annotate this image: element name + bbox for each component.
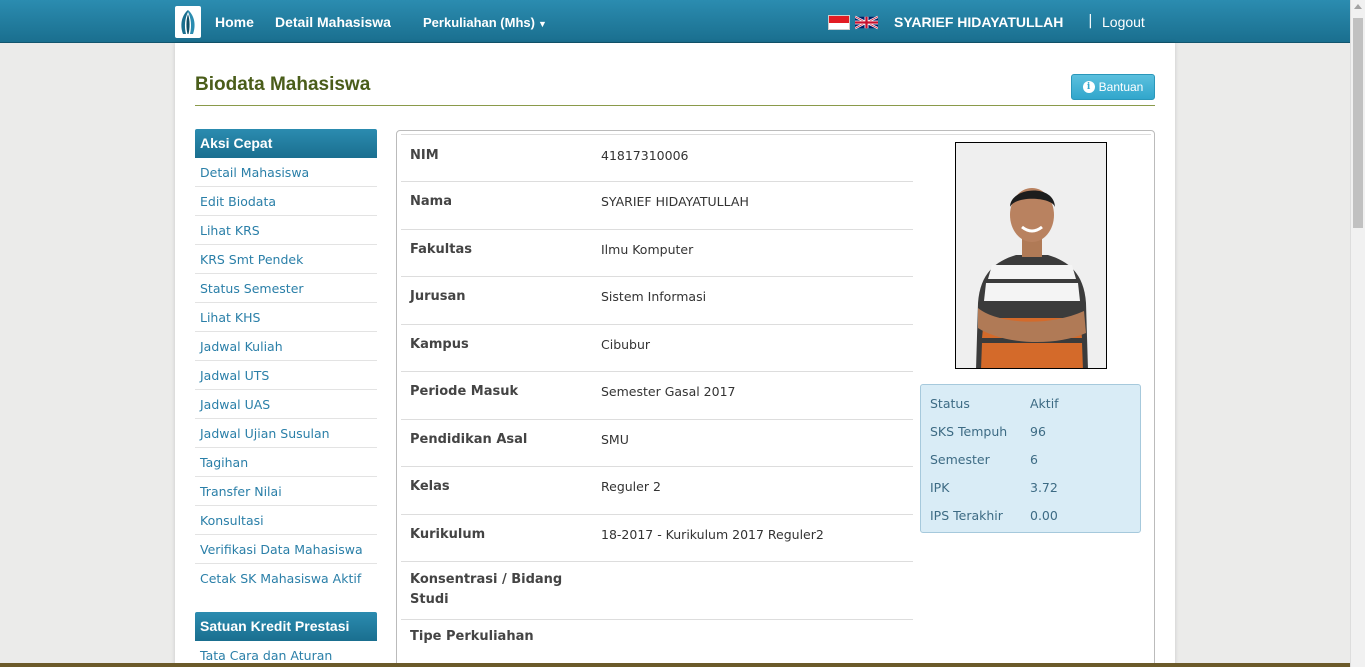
- field-value: SYARIEF HIDAYATULLAH: [601, 194, 749, 209]
- academic-status-box: Status Aktif SKS Tempuh 96 Semester 6 IPK 3.…: [920, 384, 1141, 533]
- field-label: Jurusan: [410, 289, 466, 304]
- field-value: SMU: [601, 432, 629, 447]
- status-row: SKS Tempuh 96: [930, 424, 1046, 439]
- field-label: Kampus: [410, 337, 469, 352]
- sidebar-item-jadwal-kuliah[interactable]: Jadwal Kuliah: [195, 332, 377, 361]
- help-button[interactable]: i Bantuan: [1071, 74, 1155, 100]
- field-value: Cibubur: [601, 337, 651, 352]
- table-row: Pendidikan Asal SMU: [401, 420, 913, 467]
- field-value: Semester Gasal 2017: [601, 384, 736, 399]
- status-label: SKS Tempuh: [930, 424, 1008, 439]
- sidebar-item-krs-smt-pendek[interactable]: KRS Smt Pendek: [195, 245, 377, 274]
- info-icon: i: [1082, 81, 1095, 93]
- status-row: Status Aktif: [930, 396, 1059, 411]
- field-value: 18-2017 - Kurikulum 2017 Reguler2: [601, 527, 824, 542]
- status-label: Semester: [930, 452, 990, 467]
- status-row: Semester 6: [930, 452, 1038, 467]
- quick-actions-header: Aksi Cepat: [195, 129, 377, 158]
- table-row: NIM 41817310006: [401, 135, 913, 182]
- sidebar-item-status-semester[interactable]: Status Semester: [195, 274, 377, 303]
- sidebar-item-detail-mahasiswa[interactable]: Detail Mahasiswa: [195, 158, 377, 187]
- sidebar-item-cetak-sk[interactable]: Cetak SK Mahasiswa Aktif: [195, 564, 377, 593]
- caret-down-icon: ▼: [537, 19, 547, 29]
- table-row: Jurusan Sistem Informasi: [401, 277, 913, 325]
- page-scrollbar[interactable]: [1350, 0, 1365, 667]
- top-navbar: Home Detail Mahasiswa Perkuliahan (Mhs) ▼…: [0, 0, 1350, 43]
- status-label: IPS Terakhir: [930, 508, 1003, 523]
- sidebar-item-konsultasi[interactable]: Konsultasi: [195, 506, 377, 535]
- main-container: Biodata Mahasiswa i Bantuan Aksi Cepat D…: [175, 43, 1175, 667]
- logged-in-user-name[interactable]: SYARIEF HIDAYATULLAH: [894, 14, 1063, 30]
- nav-separator: |: [1088, 13, 1093, 29]
- table-row: Nama SYARIEF HIDAYATULLAH: [401, 182, 913, 230]
- bottom-edge: [0, 663, 1350, 667]
- sidebar-item-verifikasi-data[interactable]: Verifikasi Data Mahasiswa: [195, 535, 377, 564]
- sidebar-item-lihat-krs[interactable]: Lihat KRS: [195, 216, 377, 245]
- sidebar-item-transfer-nilai[interactable]: Transfer Nilai: [195, 477, 377, 506]
- table-row: Fakultas Ilmu Komputer: [401, 230, 913, 277]
- field-value: Reguler 2: [601, 479, 661, 494]
- biodata-panel: NIM 41817310006 Nama SYARIEF HIDAYATULLA…: [396, 130, 1155, 667]
- page-title: Biodata Mahasiswa: [195, 74, 371, 95]
- status-value: 6: [1030, 452, 1038, 467]
- status-value: Aktif: [1030, 396, 1059, 411]
- student-photo: [955, 142, 1107, 369]
- field-label: Kelas: [410, 479, 450, 494]
- table-row: Tipe Perkuliahan: [401, 620, 913, 660]
- field-label: Kurikulum: [410, 527, 486, 542]
- field-value: Sistem Informasi: [601, 289, 707, 304]
- status-label: IPK: [930, 480, 950, 495]
- table-row: Periode Masuk Semester Gasal 2017: [401, 372, 913, 420]
- status-row: IPK 3.72: [930, 480, 1058, 495]
- sidebar-item-jadwal-uts[interactable]: Jadwal UTS: [195, 361, 377, 390]
- table-row: Konsentrasi / Bidang Studi: [401, 562, 913, 620]
- status-value: 0.00: [1030, 508, 1058, 523]
- logout-link[interactable]: Logout: [1102, 14, 1145, 30]
- sidebar-item-lihat-khs[interactable]: Lihat KHS: [195, 303, 377, 332]
- nav-perkuliahan-dropdown[interactable]: Perkuliahan (Mhs) ▼: [423, 15, 547, 30]
- indonesia-flag-icon[interactable]: [828, 15, 850, 30]
- field-label: Nama: [410, 194, 452, 209]
- field-label: Fakultas: [410, 242, 472, 257]
- table-row: Kampus Cibubur: [401, 325, 913, 372]
- field-label: NIM: [410, 148, 439, 163]
- nav-detail-mahasiswa-link[interactable]: Detail Mahasiswa: [275, 14, 391, 30]
- uk-flag-icon[interactable]: [855, 15, 878, 30]
- nav-home-link[interactable]: Home: [215, 14, 254, 30]
- university-logo-icon[interactable]: [175, 6, 201, 38]
- sidebar-item-edit-biodata[interactable]: Edit Biodata: [195, 187, 377, 216]
- table-row: Kelas Reguler 2: [401, 467, 913, 515]
- status-label: Status: [930, 396, 970, 411]
- sidebar-item-jadwal-uas[interactable]: Jadwal UAS: [195, 390, 377, 419]
- quick-actions-list: Detail Mahasiswa Edit Biodata Lihat KRS …: [195, 158, 377, 593]
- nav-perkuliahan-label: Perkuliahan (Mhs): [423, 15, 535, 30]
- help-button-label: Bantuan: [1098, 80, 1144, 94]
- field-label: Konsentrasi / Bidang Studi: [410, 572, 563, 607]
- field-value: Ilmu Komputer: [601, 242, 694, 257]
- sidebar-item-tagihan[interactable]: Tagihan: [195, 448, 377, 477]
- sidebar-item-jadwal-ujian-susulan[interactable]: Jadwal Ujian Susulan: [195, 419, 377, 448]
- scrollbar-thumb[interactable]: [1353, 18, 1363, 228]
- title-divider: [195, 105, 1155, 106]
- skp-header: Satuan Kredit Prestasi: [195, 612, 377, 641]
- table-row: Kurikulum 18-2017 - Kurikulum 2017 Regul…: [401, 515, 913, 562]
- navbar-inner: Home Detail Mahasiswa Perkuliahan (Mhs) ▼…: [175, 0, 1155, 43]
- status-row: IPS Terakhir 0.00: [930, 508, 1058, 523]
- status-value: 96: [1030, 424, 1046, 439]
- field-label: Tipe Perkuliahan: [410, 629, 534, 644]
- status-value: 3.72: [1030, 480, 1058, 495]
- field-value: 41817310006: [601, 148, 689, 163]
- biodata-table: NIM 41817310006 Nama SYARIEF HIDAYATULLA…: [401, 135, 913, 660]
- field-label: Periode Masuk: [410, 384, 519, 399]
- scroll-up-arrow-icon[interactable]: [1354, 4, 1362, 9]
- field-label: Pendidikan Asal: [410, 432, 528, 447]
